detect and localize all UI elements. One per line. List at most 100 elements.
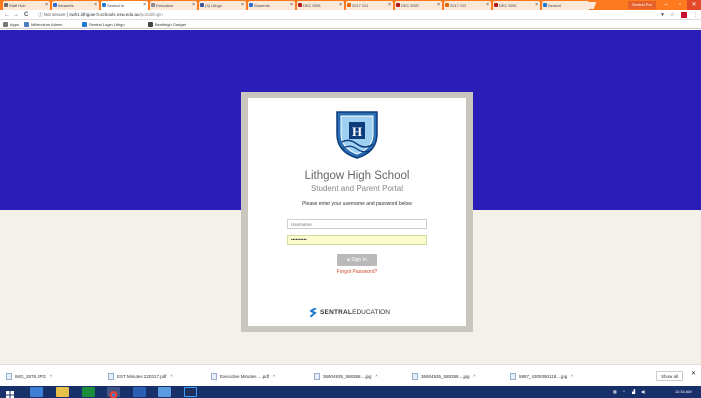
tab-favicon-icon [151,3,155,7]
browser-tab[interactable]: Staff Hub × [3,1,50,10]
browser-tab[interactable]: Students × [248,1,295,10]
tab-close-icon[interactable]: × [143,1,146,10]
bookmark-item[interactable]: Sentral Login Lithgo [82,20,125,29]
download-item[interactable]: IMG_2878.JPG ^ [6,371,52,382]
tab-close-icon[interactable]: × [290,1,293,10]
tab-close-icon[interactable]: × [486,1,489,10]
tab-favicon-icon [53,3,57,7]
browser-tab[interactable]: Intranets × [52,1,99,10]
address-bar: ← → C ⓘ Not secure | swh1.lithgow-h.scho… [0,10,701,20]
download-label: 36904935_588388....jpg [323,374,372,379]
forward-icon[interactable]: → [13,10,19,20]
back-icon[interactable]: ← [4,10,10,20]
bookmark-label: Sentral Login Lithgo [89,22,125,27]
star-icon[interactable]: ☆ [670,10,674,20]
forgot-password-link[interactable]: Forgot Password? [248,269,466,275]
bookmark-icon [148,22,153,28]
password-input[interactable]: •••••••••• [287,235,427,245]
download-item[interactable]: 36904935_588388....jpg ^ [412,371,476,382]
bookmark-label: Bentleigh Gadget [155,22,186,27]
excel-icon[interactable] [82,387,95,397]
profile-button[interactable]: Sentral Pro [628,1,656,9]
tab-close-icon[interactable]: × [339,1,342,10]
tab-close-icon[interactable]: × [241,1,244,10]
chevron-up-icon[interactable]: ^ [170,374,172,379]
file-icon [108,373,114,381]
show-all-button[interactable]: Show all [656,371,684,381]
brand-rest: EDUCATION [352,309,390,317]
browser-tab[interactable]: DEC EBS × [395,1,442,10]
tab-close-icon[interactable]: × [535,1,538,10]
tab-label: (3) Lithgo [205,3,222,8]
tab-favicon-icon [494,3,498,7]
tab-close-icon[interactable]: × [192,1,195,10]
chevron-up-icon[interactable]: ^ [376,374,378,379]
network-icon[interactable]: ▟ [632,386,635,398]
school-crest-icon: H [336,111,378,159]
word-icon[interactable] [133,387,146,397]
file-explorer-icon[interactable] [56,387,69,397]
keyboard-icon[interactable]: ▦ [613,386,617,398]
tab-label: Sentral fo [107,3,125,8]
download-item[interactable]: 36904935_588388....jpg ^ [314,371,378,382]
minimize-icon[interactable]: – [659,0,673,10]
snipping-tool-icon[interactable] [158,387,171,397]
bookmark-item[interactable]: Millennium Admin [24,20,62,29]
bookmark-icon [3,22,8,28]
browser-tab[interactable]: 2017 GO × [346,1,393,10]
browser-tab[interactable]: (3) Lithgo × [199,1,246,10]
svg-text:H: H [352,124,362,139]
download-shelf: Show all ✕ IMG_2878.JPG ^ EST Minutes 2203… [0,364,701,386]
tab-close-icon[interactable]: × [388,1,391,10]
tab-label: 2017 GO [450,3,467,8]
sign-in-button[interactable]: 🔒︎ Sign In [337,254,377,266]
browser-tab[interactable]: DEC EBS × [297,1,344,10]
extension-icon[interactable] [681,12,687,18]
download-label: 36904935_588388....jpg [421,374,470,379]
photoshop-icon[interactable] [184,387,197,397]
browser-tab[interactable]: DEC EBS × [493,1,540,10]
tab-label: Staff Hub [9,3,26,8]
tray-up-icon[interactable]: ^ [623,386,625,398]
tab-strip: Sentral × DEC EBS × 2017 GO × DEC EBS × 2017 GO ×… [0,0,701,10]
download-item[interactable]: EST Minutes 220317.pdf ^ [108,371,173,382]
tab-favicon-icon [396,3,400,7]
bookmark-item[interactable]: Apps [3,20,19,29]
tab-close-icon[interactable]: × [94,1,97,10]
download-item[interactable]: 5887_4309390118....jpg ^ [510,371,573,382]
browser-tab[interactable]: 2017 GO × [444,1,491,10]
close-shelf-icon[interactable]: ✕ [691,370,696,377]
menu-icon[interactable]: ⋮ [693,10,698,20]
chevron-up-icon[interactable]: ^ [571,374,573,379]
browser-tab[interactable]: Sentral fo × [101,1,148,10]
browser-window: Sentral × DEC EBS × 2017 GO × DEC EBS × 2017 GO ×… [0,0,701,398]
browser-tab[interactable]: Executive × [150,1,197,10]
close-window-icon[interactable]: ✕ [687,0,701,10]
tab-favicon-icon [200,3,204,7]
bookmark-label: Millennium Admin [31,22,63,27]
bookmark-item[interactable]: Bentleigh Gadget [148,20,186,29]
tab-favicon-icon [298,3,302,7]
tab-close-icon[interactable]: × [437,1,440,10]
download-item[interactable]: Executive Minutes ....pdf ^ [211,371,275,382]
reload-icon[interactable]: C [24,10,28,20]
chevron-up-icon[interactable]: ^ [273,374,275,379]
tab-close-icon[interactable]: × [45,1,48,10]
info-icon[interactable]: ⓘ [38,12,43,17]
filter-icon[interactable]: ▼ [660,10,665,20]
clock[interactable]: 11:34 AM [675,386,692,398]
download-label: IMG_2878.JPG [15,374,47,379]
sentral-logo: SENTRALEDUCATION [310,308,390,318]
edge-icon[interactable] [30,387,43,397]
start-icon[interactable] [4,387,17,398]
file-icon [211,373,217,381]
username-input[interactable] [287,219,427,229]
chevron-up-icon[interactable]: ^ [474,374,476,379]
url-input[interactable]: ⓘ Not secure | swh1.lithgow-h.schools.ns… [38,11,658,19]
volume-icon[interactable]: ◀) [641,386,645,398]
portal-name: Student and Parent Portal [310,184,404,193]
chrome-icon[interactable] [107,387,120,398]
maximize-icon[interactable]: ▫ [673,0,687,10]
chevron-up-icon[interactable]: ^ [50,374,52,379]
new-tab-button[interactable] [581,2,597,9]
